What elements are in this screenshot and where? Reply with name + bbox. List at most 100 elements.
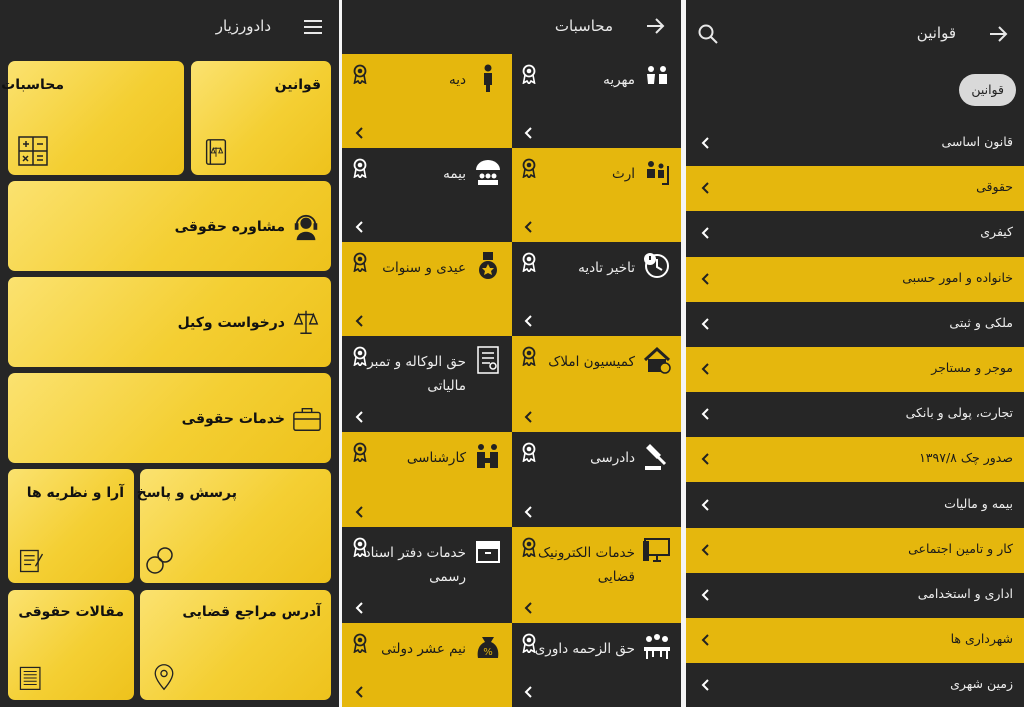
back-arrow-icon[interactable] [986, 22, 1010, 46]
tile-calculations-label: محاسبات [1, 77, 64, 93]
calc-item[interactable]: تاخیر تادیه [511, 242, 681, 336]
search-icon[interactable] [696, 22, 720, 46]
calc-item-icon [644, 634, 670, 659]
laws-list-item[interactable]: حقوقی [686, 166, 1024, 212]
home-screen: دادورزیار قوانین محاسبات مشاوره حقوقی در… [0, 0, 339, 707]
chevron-left-icon [701, 272, 709, 285]
laws-list-item[interactable]: خانواده و امور حسبی [686, 256, 1024, 302]
laws-filter-chip[interactable]: قوانین [959, 74, 1016, 106]
svg-text:%: % [483, 647, 493, 658]
briefcase-icon [293, 407, 321, 431]
laws-list-item[interactable]: بیمه و مالیات [686, 482, 1024, 528]
chevron-left-icon [355, 127, 363, 139]
laws-list-item-label: حقوقی [976, 179, 1013, 195]
calc-item-label: عیدی و سنوات [382, 260, 466, 276]
laws-list-item[interactable]: کار و تامین اجتماعی [686, 527, 1024, 573]
calc-item[interactable]: دیه [342, 54, 512, 148]
laws-list-item[interactable]: ملکی و ثبتی [686, 301, 1024, 347]
chevron-left-icon [701, 137, 709, 149]
laws-list-item[interactable]: قانون اساسی [686, 121, 1024, 166]
tile-articles-label: مقالات حقوقی [18, 604, 124, 620]
calc-item-label: حق الوکاله و تمبر مالیاتی [367, 354, 466, 394]
tile-legal-advice[interactable]: مشاوره حقوقی [8, 181, 331, 271]
back-arrow-icon[interactable] [643, 14, 667, 38]
calc-item[interactable]: کارشناسی [342, 432, 512, 527]
calc-item[interactable]: % نیم عشر دولتی [342, 623, 512, 707]
calc-item-label: دیه [448, 72, 466, 88]
calc-item[interactable]: دادرسی [511, 432, 681, 527]
laws-screen: قوانین قوانین قانون اساسی حقوقی کیفری خانوا… [686, 0, 1024, 707]
laws-list-item[interactable]: موجر و مستاجر [686, 347, 1024, 392]
app-title: دادورزیار [215, 17, 271, 35]
scales-icon [293, 310, 319, 334]
tile-articles[interactable]: مقالات حقوقی [8, 590, 134, 700]
newspaper-icon [19, 666, 41, 690]
laws-list-item-label: اداری و استخدامی [917, 586, 1013, 601]
chevron-left-icon [355, 506, 363, 518]
calc-item-icon [645, 444, 667, 470]
chevron-left-icon [524, 411, 532, 423]
calc-item[interactable]: خدمات الکترونیک قضایی [511, 527, 681, 623]
laws-list-item[interactable]: تجارت، پولی و بانکی [686, 392, 1024, 438]
calc-item-icon [647, 161, 669, 185]
chat-bubbles-icon [146, 547, 173, 574]
calc-item-label: مهریه [603, 72, 635, 88]
laws-list-item[interactable]: صدور چک ۱۳۹۷/۸ [686, 437, 1024, 483]
calc-item[interactable]: کمیسیون املاک [511, 336, 681, 432]
calc-item-label: ارث [612, 166, 635, 182]
calc-item-icon [484, 64, 492, 92]
calc-item[interactable]: ارث [511, 148, 681, 242]
tile-qa-label: پرسش و پاسخ [136, 485, 237, 501]
chevron-left-icon [524, 221, 532, 233]
laws-list-item-label: ملکی و ثبتی [949, 314, 1013, 330]
chevron-left-icon [355, 315, 363, 327]
calc-item[interactable]: بیمه [342, 148, 512, 242]
document-pen-icon [19, 549, 44, 573]
calc-item[interactable]: عیدی و سنوات [342, 242, 512, 336]
laws-list-item[interactable]: کیفری [686, 211, 1024, 257]
chevron-left-icon [524, 127, 532, 139]
calc-item[interactable]: خدمات دفتر اسناد رسمی [342, 527, 512, 623]
tile-lawyer-request[interactable]: درخواست وکیل [8, 277, 331, 367]
laws-title: قوانین [916, 24, 956, 42]
laws-list-item-label: کیفری [980, 224, 1013, 240]
chevron-left-icon [701, 498, 709, 511]
headset-support-icon [294, 214, 318, 241]
laws-list-item-label: بیمه و مالیات [944, 495, 1013, 511]
chevron-left-icon [701, 363, 709, 375]
chevron-left-icon [701, 589, 709, 601]
calc-item[interactable]: حق الزحمه داوری [511, 623, 681, 707]
calc-item-icon [479, 252, 497, 279]
calc-item-label: حق الزحمه داوری [534, 641, 635, 657]
laws-list-item[interactable]: شهرداری ها [686, 618, 1024, 664]
laws-list-item[interactable]: اداری و استخدامی [686, 573, 1024, 618]
calc-item-icon [476, 541, 500, 563]
menu-icon[interactable] [301, 15, 325, 39]
laws-list-item-label: موجر و مستاجر [931, 360, 1013, 375]
chevron-left-icon [355, 602, 363, 614]
laws-list-item-label: شهرداری ها [950, 631, 1013, 647]
calc-item[interactable]: مهریه [511, 54, 681, 148]
calculator-icon [18, 136, 48, 166]
chevron-left-icon [355, 411, 363, 423]
tile-legal-services[interactable]: خدمات حقوقی [8, 373, 331, 463]
calc-item-label: تاخیر تادیه [578, 260, 635, 276]
chevron-left-icon [524, 602, 532, 614]
calc-header: محاسبات [342, 0, 681, 54]
calc-item-label: خدمات الکترونیک قضایی [537, 545, 635, 585]
tile-calculations[interactable]: محاسبات [1, 61, 184, 175]
tile-qa[interactable]: پرسش و پاسخ [136, 469, 331, 583]
calculations-screen: محاسبات مهریه دیه ارث بیمه تاخیر تادیه عیدی و… [342, 0, 681, 707]
tile-laws[interactable]: قوانین [191, 61, 331, 175]
laws-header: قوانین [686, 0, 1024, 54]
laws-list-item[interactable]: زمین شهری [686, 663, 1024, 707]
tile-opinions[interactable]: آرا و نظریه ها [8, 469, 134, 583]
calc-item[interactable]: حق الوکاله و تمبر مالیاتی [342, 336, 512, 432]
calc-title: محاسبات [554, 17, 613, 35]
laws-list-item-label: قانون اساسی [941, 134, 1013, 149]
calc-item-label: نیم عشر دولتی [381, 641, 466, 657]
chevron-left-icon [701, 453, 709, 466]
chevron-left-icon [524, 506, 532, 518]
tile-court-addresses[interactable]: آدرس مراجع قضایی [140, 590, 331, 700]
law-book-icon [205, 139, 227, 165]
